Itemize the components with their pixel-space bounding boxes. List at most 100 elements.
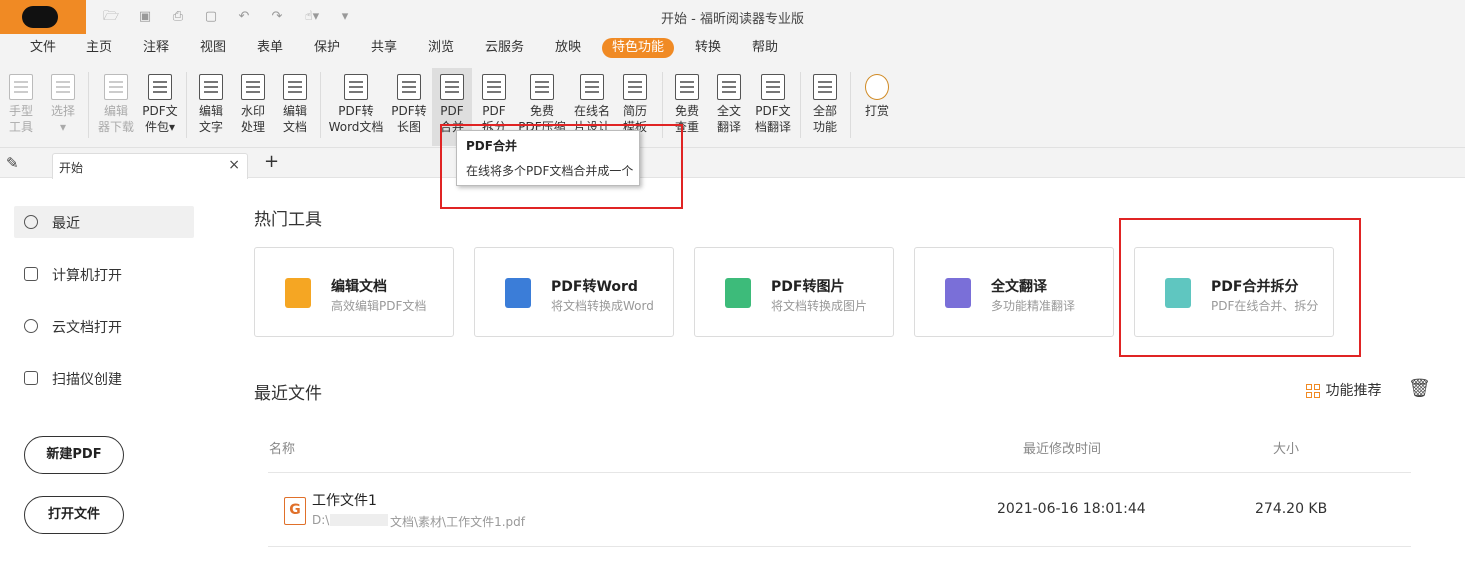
card-full-translate[interactable]: 全文翻译 多功能精准翻译 bbox=[914, 247, 1114, 337]
card-desc: 将文档转换成Word bbox=[551, 299, 654, 313]
ribbon-label: PDF转 长图 bbox=[391, 104, 427, 134]
ribbon-separator bbox=[800, 72, 801, 138]
feature-recommend-label: 功能推荐 bbox=[1325, 383, 1382, 399]
divider bbox=[268, 546, 1411, 547]
card-pdf-to-image[interactable]: PDF转图片 将文档转换成图片 bbox=[694, 247, 894, 337]
card-title: 全文翻译 bbox=[991, 279, 1047, 295]
menu-browse[interactable]: 浏览 bbox=[428, 39, 454, 57]
close-icon[interactable]: × bbox=[228, 157, 240, 173]
pdf-to-word-icon bbox=[344, 74, 368, 100]
recent-files-title: 最近文件 bbox=[254, 384, 322, 404]
ribbon-label: PDF文 件包▾ bbox=[142, 104, 178, 134]
ribbon-pdf-to-word[interactable]: PDF转 Word文档 bbox=[326, 68, 386, 146]
ribbon-label: 全文 翻译 bbox=[716, 104, 741, 134]
card-edit-document[interactable]: 编辑文档 高效编辑PDF文档 bbox=[254, 247, 454, 337]
menu-help[interactable]: 帮助 bbox=[752, 39, 778, 57]
ribbon-all-features[interactable]: 全部 功能 bbox=[806, 68, 844, 146]
file-modified: 2021-06-16 18:01:44 bbox=[997, 501, 1146, 517]
pdf-compress-icon bbox=[530, 74, 554, 100]
translate-icon bbox=[945, 278, 971, 308]
menu-share[interactable]: 共享 bbox=[371, 39, 397, 57]
cloud-icon bbox=[24, 319, 38, 333]
sidebar-item-computer-open[interactable]: 计算机打开 bbox=[14, 258, 194, 290]
column-header-size[interactable]: 大小 bbox=[1273, 438, 1299, 457]
save-icon[interactable]: ▣ bbox=[137, 9, 153, 25]
pencil-icon[interactable]: ✎ bbox=[6, 154, 19, 172]
ribbon-full-translate[interactable]: 全文 翻译 bbox=[710, 68, 748, 146]
reward-icon bbox=[865, 74, 889, 100]
ribbon-reward[interactable]: 打赏 bbox=[858, 68, 896, 146]
card-title: 编辑文档 bbox=[331, 279, 387, 295]
ribbon-pdf-translate[interactable]: PDF文 档翻译 bbox=[752, 68, 794, 146]
menu-slideshow[interactable]: 放映 bbox=[555, 39, 581, 57]
sidebar-item-recent[interactable]: 最近 bbox=[14, 206, 194, 238]
sidebar-item-cloud-open[interactable]: 云文档打开 bbox=[14, 310, 194, 342]
document-tab-bar: ✎ 开始 × + bbox=[0, 148, 1465, 179]
column-header-name[interactable]: 名称 bbox=[269, 438, 295, 457]
ribbon-edit-document[interactable]: 编辑 文档 bbox=[276, 68, 314, 146]
ribbon-toolbar: 手型 工具 选择 ▾ 编辑 器下载 PDF文 件包▾ 编辑 文字 水印 处理 编… bbox=[0, 62, 1465, 148]
sidebar-item-label: 云文档打开 bbox=[52, 320, 122, 336]
ribbon-pdf-to-image[interactable]: PDF转 长图 bbox=[389, 68, 429, 146]
menu-cloud[interactable]: 云服务 bbox=[485, 39, 524, 57]
file-path-end: 文档\素材\工作文件1.pdf bbox=[390, 515, 525, 529]
sidebar-item-label: 计算机打开 bbox=[52, 268, 122, 284]
computer-icon bbox=[24, 267, 38, 281]
pdf-to-image-icon bbox=[397, 74, 421, 100]
select-cursor-icon bbox=[51, 74, 75, 100]
card-pdf-to-word[interactable]: PDF转Word 将文档转换成Word bbox=[474, 247, 674, 337]
menu-form[interactable]: 表单 bbox=[257, 39, 283, 57]
menu-view[interactable]: 视图 bbox=[200, 39, 226, 57]
title-bar: 🗁 ▣ ⎙ ▢ ↶ ↷ ☝▾ ▾ 开始 - 福昕阅读器专业版 bbox=[0, 0, 1465, 34]
plagiarism-check-icon bbox=[675, 74, 699, 100]
menu-comment[interactable]: 注释 bbox=[143, 39, 169, 57]
foxit-file-icon: G bbox=[284, 497, 306, 525]
card-desc: 多功能精准翻译 bbox=[991, 299, 1076, 313]
ribbon-label: 打赏 bbox=[864, 104, 889, 118]
add-tab-icon[interactable]: + bbox=[264, 151, 279, 172]
menu-home[interactable]: 主页 bbox=[86, 39, 112, 57]
card-design-icon bbox=[580, 74, 604, 100]
ribbon-separator bbox=[850, 72, 851, 138]
ribbon-watermark[interactable]: 水印 处理 bbox=[234, 68, 272, 146]
undo-icon[interactable]: ↶ bbox=[236, 9, 252, 25]
ribbon-pdf-package[interactable]: PDF文 件包▾ bbox=[140, 68, 180, 146]
menu-protect[interactable]: 保护 bbox=[314, 39, 340, 57]
trash-icon[interactable]: 🗑 bbox=[1408, 378, 1431, 399]
edit-doc-icon bbox=[285, 278, 311, 308]
open-file-button[interactable]: 打开文件 bbox=[24, 496, 124, 534]
menu-file[interactable]: 文件 bbox=[30, 39, 56, 57]
sidebar-item-scanner-create[interactable]: 扫描仪创建 bbox=[14, 362, 194, 394]
menu-features[interactable]: 特色功能 bbox=[602, 38, 675, 58]
feature-recommend-link[interactable]: 功能推荐 bbox=[1306, 380, 1381, 400]
redo-icon[interactable]: ↷ bbox=[269, 9, 285, 25]
sidebar-item-label: 最近 bbox=[52, 216, 80, 232]
ribbon-separator bbox=[186, 72, 187, 138]
ribbon-edit-text[interactable]: 编辑 文字 bbox=[192, 68, 230, 146]
ribbon-hand-tool[interactable]: 手型 工具 bbox=[2, 68, 40, 146]
app-logo[interactable] bbox=[0, 0, 86, 34]
tab-start[interactable]: 开始 × bbox=[52, 153, 248, 179]
sidebar-item-label: 扫描仪创建 bbox=[52, 372, 122, 388]
new-file-icon[interactable]: ▢ bbox=[203, 9, 219, 25]
divider bbox=[268, 472, 1411, 473]
customize-toolbar-icon[interactable]: ▾ bbox=[337, 9, 353, 25]
menu-convert[interactable]: 转换 bbox=[695, 39, 721, 57]
file-size: 274.20 KB bbox=[1255, 501, 1328, 517]
ribbon-label: 编辑 文字 bbox=[198, 104, 223, 134]
editor-download-icon bbox=[104, 74, 128, 100]
pdf-split-icon bbox=[482, 74, 506, 100]
new-pdf-button[interactable]: 新建PDF bbox=[24, 436, 124, 474]
hand-tool-dropdown-icon[interactable]: ☝▾ bbox=[300, 9, 324, 25]
print-icon[interactable]: ⎙ bbox=[170, 9, 186, 25]
ribbon-label: PDF文 档翻译 bbox=[754, 104, 791, 134]
ribbon-label: 编辑 器下载 bbox=[97, 104, 134, 134]
grid-icon bbox=[1306, 383, 1321, 399]
edit-document-icon bbox=[283, 74, 307, 100]
open-folder-icon[interactable]: 🗁 bbox=[103, 9, 119, 25]
ribbon-editor-download[interactable]: 编辑 器下载 bbox=[96, 68, 136, 146]
file-name: 工作文件1 bbox=[312, 493, 377, 509]
pdf-translate-icon bbox=[761, 74, 785, 100]
ribbon-select[interactable]: 选择 ▾ bbox=[44, 68, 82, 146]
column-header-modified[interactable]: 最近修改时间 bbox=[1023, 438, 1101, 457]
